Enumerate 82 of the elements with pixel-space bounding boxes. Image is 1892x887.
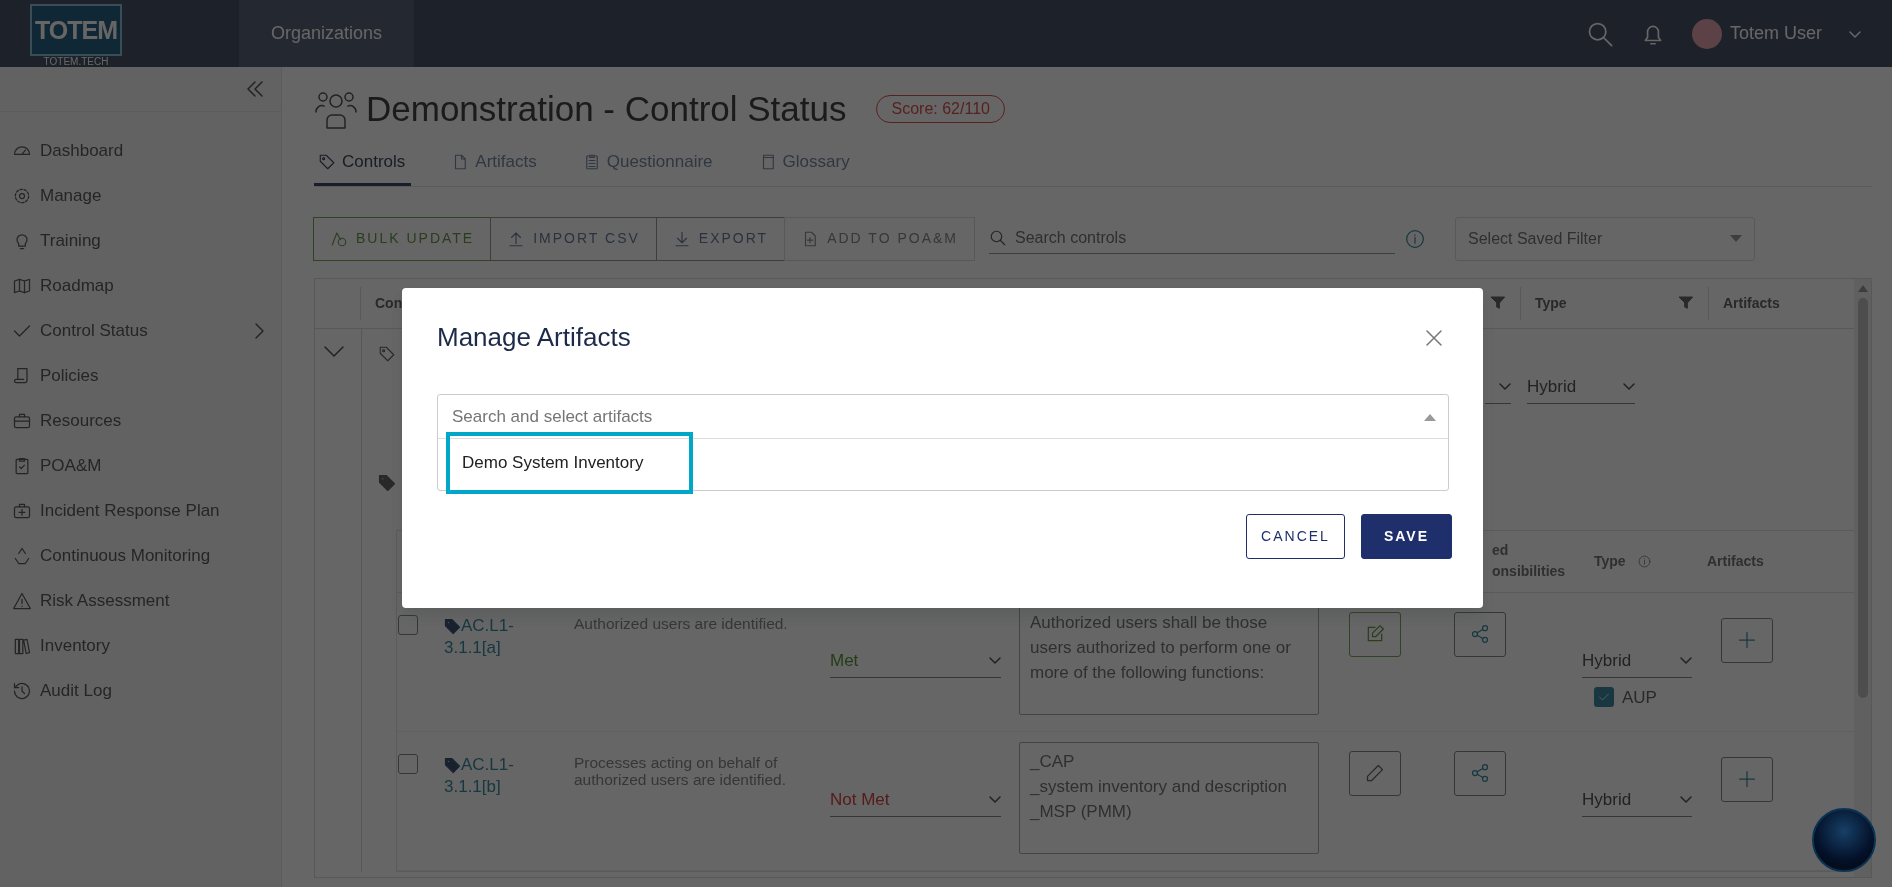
filter-icon[interactable] [1490, 295, 1506, 311]
share-icon [1470, 763, 1490, 783]
edit-button[interactable] [1349, 750, 1401, 796]
column-header: Con [375, 293, 403, 313]
sidebar-link[interactable]: POA&M [40, 452, 102, 479]
modal-title: Manage Artifacts [437, 322, 631, 354]
add-button[interactable] [1721, 617, 1773, 663]
cancel-button[interactable]: CANCEL [1246, 514, 1345, 560]
sidebar-link[interactable]: Inventory [40, 632, 110, 659]
tag-icon [318, 152, 336, 171]
status-dropdown[interactable]: Not Met [830, 784, 1001, 817]
sidebar-link[interactable]: Manage [40, 182, 102, 209]
plus-icon [1737, 769, 1757, 789]
sidebar-link[interactable]: Dashboard [40, 137, 124, 164]
nav-tab[interactable]: Organizations [239, 0, 414, 67]
tag-icon [378, 473, 396, 492]
column-header: Artifacts [1723, 293, 1780, 313]
status-dropdown[interactable]: Met [830, 645, 1001, 678]
toolbar-button[interactable]: EXPORT [655, 216, 786, 261]
chevron-down-icon [1623, 383, 1635, 391]
chevron-down-icon [1680, 796, 1692, 804]
download-icon [672, 229, 691, 248]
type-dropdown[interactable]: Hybrid [1582, 645, 1692, 678]
tag-icon [444, 617, 461, 635]
save-button[interactable]: SAVE [1360, 514, 1452, 560]
type-dropdown[interactable]: Hybrid [1582, 784, 1692, 817]
toolbar-button[interactable]: BULK UPDATE [313, 216, 492, 261]
avatar-circle[interactable] [1691, 18, 1722, 49]
filter-icon[interactable] [1678, 295, 1694, 311]
sidebar-link[interactable]: Control Status [40, 317, 148, 344]
shapes-icon [330, 229, 348, 248]
plus-icon [1737, 630, 1757, 650]
sidebar-link[interactable]: Continuous Monitoring [40, 542, 211, 569]
search-icon [989, 229, 1007, 247]
sidebar-link[interactable]: Risk Assessment [40, 587, 170, 614]
history-icon [12, 680, 32, 701]
sidebar-link[interactable]: Policies [40, 362, 99, 389]
chevron-down-icon [1680, 657, 1692, 665]
tag-icon [444, 756, 461, 774]
control-id-link[interactable]: AC.L1-3.1.1[b] [444, 753, 554, 798]
dropdown-option[interactable]: Demo System Inventory [447, 433, 692, 494]
tag-icon [378, 344, 396, 363]
control-id-link[interactable]: AC.L1-3.1.1[a] [444, 614, 554, 659]
close-icon[interactable] [1425, 328, 1443, 347]
toolbar-button[interactable]: IMPORT CSV [490, 216, 657, 261]
scroll-up-arrow-icon[interactable] [1857, 284, 1868, 292]
chevron-down-icon [989, 657, 1001, 665]
chevron-down-icon[interactable] [323, 344, 345, 359]
pencil-icon [1365, 763, 1385, 783]
add-button[interactable] [1721, 756, 1773, 802]
edit-square-icon [1365, 624, 1385, 644]
aup-checkbox[interactable] [1594, 687, 1614, 708]
row-checkbox[interactable] [398, 753, 418, 774]
row-checkbox[interactable] [398, 614, 418, 635]
warning-icon [12, 590, 32, 611]
chevron-down-icon [989, 796, 1001, 804]
info-icon[interactable] [1405, 228, 1425, 249]
sidebar-link[interactable]: Incident Response Plan [40, 497, 220, 524]
collapse-icon[interactable] [245, 80, 265, 98]
page-title: Demonstration - Control Status [366, 88, 847, 130]
chevron-down-icon [1499, 383, 1511, 391]
share-button[interactable] [1454, 611, 1506, 657]
info-icon[interactable] [1637, 554, 1651, 568]
artifact-select-dropdown[interactable]: Search and select artifacts Demo System Inventory [437, 394, 1449, 492]
artifact-select-field[interactable]: Search and select artifacts [450, 402, 1424, 431]
chevron-right-icon[interactable] [253, 321, 265, 340]
logo-text: TOTEM [30, 4, 122, 56]
logo-subtext: TOTEM.TECH [43, 56, 109, 67]
sidebar-link[interactable]: Resources [40, 407, 122, 434]
sidebar-link[interactable]: Roadmap [40, 272, 114, 299]
share-button[interactable] [1454, 750, 1506, 796]
share-icon [1470, 624, 1490, 644]
sidebar-link[interactable]: Training [40, 227, 101, 254]
caret-icon[interactable] [1848, 28, 1862, 39]
checkbox-label: AUP [1622, 686, 1657, 709]
caret-down-icon [1730, 234, 1742, 243]
edit-button[interactable] [1349, 611, 1401, 657]
user-name[interactable]: Totem User [1729, 20, 1822, 47]
tab[interactable]: Controls [314, 143, 412, 186]
type-dropdown[interactable]: Hybrid [1527, 371, 1635, 404]
column-header: Type [1535, 293, 1567, 313]
sidebar-link[interactable]: Audit Log [40, 677, 112, 704]
